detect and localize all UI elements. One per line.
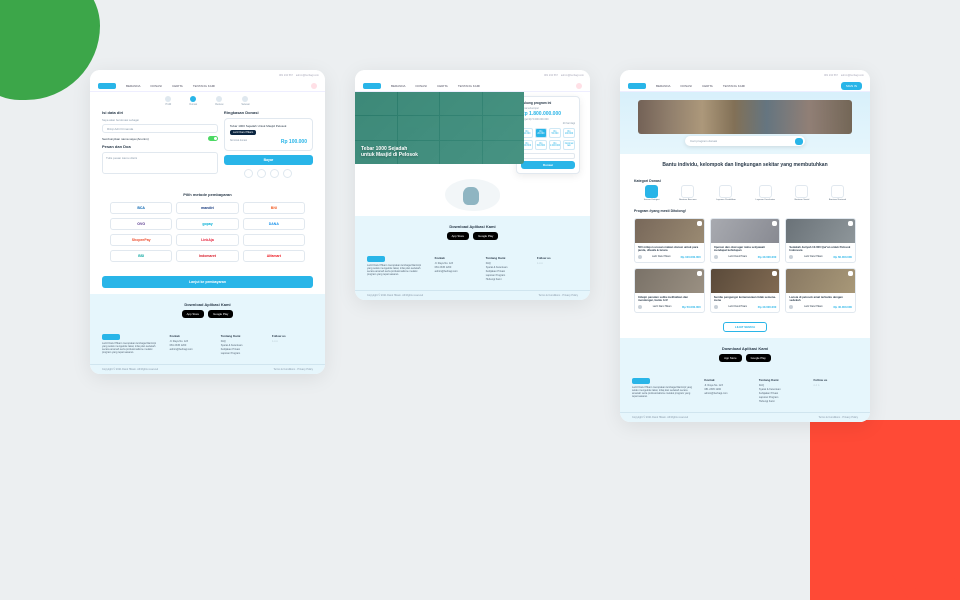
program-card[interactable]: 500 mitiqon urusan makan donasi untuk pa… [634, 218, 705, 263]
category-row: Semua Kategori Bantuan Bencana Layanan P… [620, 185, 870, 207]
avatar[interactable] [576, 83, 582, 89]
logo[interactable] [628, 83, 646, 89]
logo[interactable] [98, 83, 116, 89]
cat-pendidikan[interactable]: Layanan Pendidikan [716, 185, 736, 201]
appstore-button[interactable]: App Store [182, 310, 204, 318]
donate-button[interactable]: Donasi [521, 161, 575, 169]
pay-mandiri[interactable]: mandiri [176, 202, 238, 214]
search-input[interactable]: Cari program donasi [685, 136, 805, 146]
program-card[interactable]: Sedekah Jariyah 10.000 Qur'an untuk Pelo… [785, 218, 856, 263]
logo[interactable] [363, 83, 381, 89]
pay-alfamart[interactable]: Alfamart [243, 250, 305, 262]
program-card[interactable]: Lansia di pelosok amat terbantu dengan s… [785, 268, 856, 313]
mockup-program-detail: 081 234 567admin@berbagi.com BERANDADONA… [355, 70, 590, 300]
pay-shopee[interactable]: ShopeePay [110, 234, 172, 246]
footer: Laziz Darul Hikam merupakan lembaga fila… [90, 326, 325, 364]
search-icon[interactable] [795, 138, 803, 145]
navbar: BERANDA DONASI CERITA TENTANG KAMI [90, 80, 325, 92]
pay-gopay[interactable]: gopay [176, 218, 238, 230]
anon-toggle[interactable] [208, 136, 218, 141]
googleplay-button[interactable]: Google Play [208, 310, 233, 318]
signin-button[interactable]: SIGN IN [841, 82, 862, 90]
pay-indomaret[interactable]: Indomaret [176, 250, 238, 262]
custom-amount-input[interactable] [521, 153, 575, 159]
mockup-homepage: 081 234 567admin@berbagi.com BERANDADONA… [620, 70, 870, 422]
appstore-button[interactable]: App Store [719, 354, 741, 362]
hero-image: Tebar 1000 Sejadahuntuk Masjid di Peloso… [355, 92, 524, 164]
appstore-button[interactable]: App Store [447, 232, 469, 240]
donate-card: Dukung program ini Dana terkumpul Rp 1.8… [516, 96, 580, 174]
continue-payment-button[interactable]: Lanjut ke pembayaran [102, 276, 313, 288]
mockup-checkout: 081 234 567admin@berbagi.com BERANDA DON… [90, 70, 325, 374]
pay-button[interactable]: Bayar [224, 155, 313, 165]
pay-ovo[interactable]: OVO [110, 218, 172, 230]
googleplay-button[interactable]: Google Play [746, 354, 771, 362]
pay-linkaja[interactable]: LinkAja [176, 234, 238, 246]
cat-kesehatan[interactable]: Layanan Kesehatan [756, 185, 775, 201]
form-title: Isi data diri [102, 110, 218, 115]
pay-bsi[interactable]: BSI [110, 250, 172, 262]
program-card[interactable]: Sumbu pengungsi kemanusiaan tidak semena… [710, 268, 781, 313]
googleplay-button[interactable]: Google Play [473, 232, 498, 240]
payment-grid: BCA mandiri BNI OVO gopay DANA ShopeePay… [110, 202, 305, 262]
message-textarea[interactable]: Tulis pesan kamu disini [102, 152, 218, 174]
cat-bencana[interactable]: Bantuan Bencana [679, 185, 696, 201]
program-card[interactable]: Operasi dan obat agar ratna setiyawati m… [710, 218, 781, 263]
program-grid: 500 mitiqon urusan makan donasi untuk pa… [620, 215, 870, 316]
avatar[interactable] [311, 83, 317, 89]
cat-sosial[interactable]: Bantuan Sosial [795, 185, 810, 201]
cat-nasional[interactable]: Bantuan Nasional [829, 185, 846, 201]
headline: Bantu individu, kelompok dan lingkungan … [620, 154, 870, 177]
pay-dana[interactable]: DANA [243, 218, 305, 230]
donation-summary: Tebar 1000 Sejadah Untuk Masjid Pelosok … [224, 118, 313, 151]
see-all-button[interactable]: LIHAT SEMUA [723, 322, 767, 332]
amount-presets: Rp 10.000 Rp 20.000 Rp 50.000 Rp 100.000… [521, 128, 575, 150]
program-card[interactable]: Infaqin panutan sulita melihatkan dan me… [634, 268, 705, 313]
stepper: Profil Donasi Review Selesai [90, 92, 325, 110]
illustration [355, 174, 590, 216]
hero: Cari program donasi [620, 92, 870, 154]
pay-bni[interactable]: BNI [243, 202, 305, 214]
pay-bca[interactable]: BCA [110, 202, 172, 214]
cat-all[interactable]: Semua Kategori [644, 185, 660, 201]
name-field[interactable]: Rizqi Adri Firmanda [102, 124, 218, 133]
